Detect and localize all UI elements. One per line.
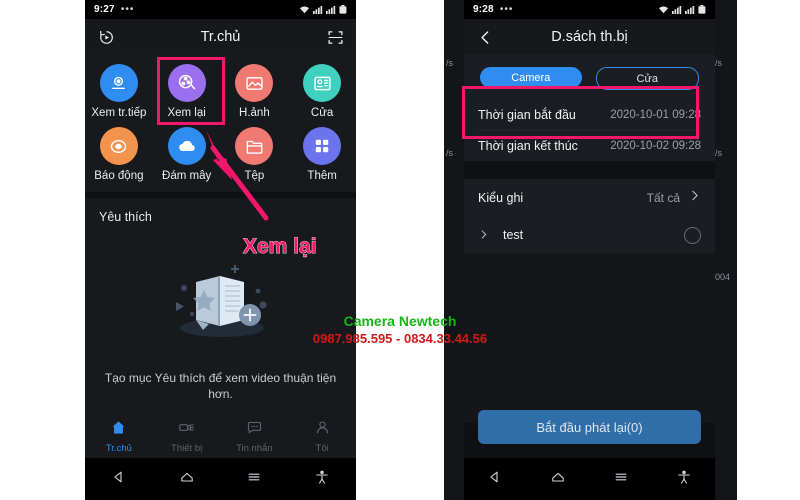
bottom-nav-label: Tr.chủ xyxy=(105,442,132,454)
live-camera-icon xyxy=(99,64,138,102)
highlight-box-time-rows xyxy=(462,86,699,139)
accessibility-icon[interactable] xyxy=(314,469,330,490)
status-bar: 9:28 ••• xyxy=(464,0,715,19)
bg-fragment: /s xyxy=(715,148,723,158)
signal-icon xyxy=(672,5,682,14)
shortcut-live-camera[interactable]: Xem tr.tiếp xyxy=(85,64,153,119)
bottom-nav-home[interactable]: Tr.chủ xyxy=(85,419,153,454)
status-time: 9:28 xyxy=(473,4,494,15)
signal-icon xyxy=(313,5,323,14)
shortcut-alarm[interactable]: Báo động xyxy=(85,127,153,182)
bottom-nav-person[interactable]: Tôi xyxy=(288,419,356,454)
record-type-label: Kiểu ghi xyxy=(478,191,524,205)
back-chevron-icon[interactable] xyxy=(474,26,496,48)
end-time-label: Thời gian kết thúc xyxy=(478,139,578,153)
favourites-caption: Tạo mục Yêu thích để xem video thuận tiệ… xyxy=(104,371,337,401)
device-row[interactable]: test xyxy=(464,217,715,253)
message-icon xyxy=(246,419,263,441)
bg-fragment: /s xyxy=(715,58,723,68)
highlight-box-xem-lai xyxy=(157,57,225,125)
end-time-value: 2020-10-02 09:28 xyxy=(610,140,701,152)
recents-menu-icon[interactable] xyxy=(246,469,262,490)
shortcut-label: Báo động xyxy=(94,170,144,182)
background-layer-left: /s /s xyxy=(444,0,464,500)
watermark-brand: Camera Newtech xyxy=(343,313,457,329)
door-panel-icon xyxy=(303,64,342,102)
bottom-navigation: Tr.chủ Thiết bị Tin nhắn Tôi xyxy=(85,414,356,458)
list-empty-area xyxy=(464,253,715,423)
device-name: test xyxy=(503,228,524,242)
recents-menu-icon[interactable] xyxy=(613,469,629,490)
battery-icon xyxy=(698,5,706,14)
signal-icon xyxy=(326,5,336,14)
scan-qr-icon[interactable] xyxy=(324,26,346,48)
alarm-icon xyxy=(99,127,138,165)
bg-fragment: 004 xyxy=(715,272,731,282)
shortcut-photo[interactable]: H.ảnh xyxy=(221,64,289,119)
wifi-icon xyxy=(658,5,669,14)
screenshot-stage: /s /s /s /s 004 9:27 ••• Tr.chủ Xem tr.t… xyxy=(0,0,800,500)
shortcut-label: Xem tr.tiếp xyxy=(91,107,147,119)
accessibility-icon[interactable] xyxy=(676,469,692,490)
radio-unchecked-icon[interactable] xyxy=(684,226,701,244)
bottom-nav-label: Tôi xyxy=(315,442,329,454)
bg-fragment: /s xyxy=(446,148,454,158)
page-title: Tr.chủ xyxy=(200,29,241,45)
shortcut-door-panel[interactable]: Cửa xyxy=(288,64,356,119)
photo-icon xyxy=(235,64,274,102)
chevron-right-icon xyxy=(688,189,701,207)
back-triangle-icon[interactable] xyxy=(111,469,127,490)
record-type-value: Tất cả xyxy=(646,191,680,205)
background-layer-right: /s /s 004 xyxy=(715,0,737,500)
cta-container: Bắt đầu phát lại(0) xyxy=(464,410,715,444)
signal-icon xyxy=(685,5,695,14)
history-replay-icon[interactable] xyxy=(95,26,117,48)
home-icon xyxy=(110,419,127,441)
tab-camera[interactable]: Camera xyxy=(480,67,582,88)
home-circle-icon[interactable] xyxy=(550,469,566,490)
status-dots: ••• xyxy=(499,3,514,15)
bottom-nav-device[interactable]: Thiết bị xyxy=(153,419,221,454)
record-type-row[interactable]: Kiểu ghi Tất cả xyxy=(464,179,715,217)
bottom-nav-label: Tin nhắn xyxy=(236,442,273,454)
person-icon xyxy=(314,419,331,441)
home-circle-icon[interactable] xyxy=(179,469,195,490)
device-icon xyxy=(178,419,195,441)
page-title: D.sách th.bị xyxy=(551,29,628,45)
pink-arrow xyxy=(206,130,269,221)
android-nav-bar xyxy=(464,458,715,500)
annotation-label: Xem lại xyxy=(243,235,317,259)
wifi-icon xyxy=(299,5,310,14)
right-phone-screen: 9:28 ••• D.sách th.bị Camera Cửa Thời gi… xyxy=(464,0,715,500)
empty-favourites-illustration xyxy=(85,256,356,344)
android-nav-bar xyxy=(85,458,356,500)
status-bar: 9:27 ••• xyxy=(85,0,356,19)
status-dots: ••• xyxy=(120,3,135,15)
back-triangle-icon[interactable] xyxy=(487,469,503,490)
chevron-right-icon[interactable] xyxy=(478,228,489,243)
bottom-nav-message[interactable]: Tin nhắn xyxy=(221,419,289,454)
bottom-nav-label: Thiết bị xyxy=(171,442,203,454)
status-time: 9:27 xyxy=(94,4,115,15)
bg-fragment: /s xyxy=(446,58,454,68)
left-header: Tr.chủ xyxy=(85,19,356,55)
battery-icon xyxy=(339,5,347,14)
start-playback-button[interactable]: Bắt đầu phát lại(0) xyxy=(478,410,701,444)
right-header: D.sách th.bị xyxy=(464,19,715,55)
